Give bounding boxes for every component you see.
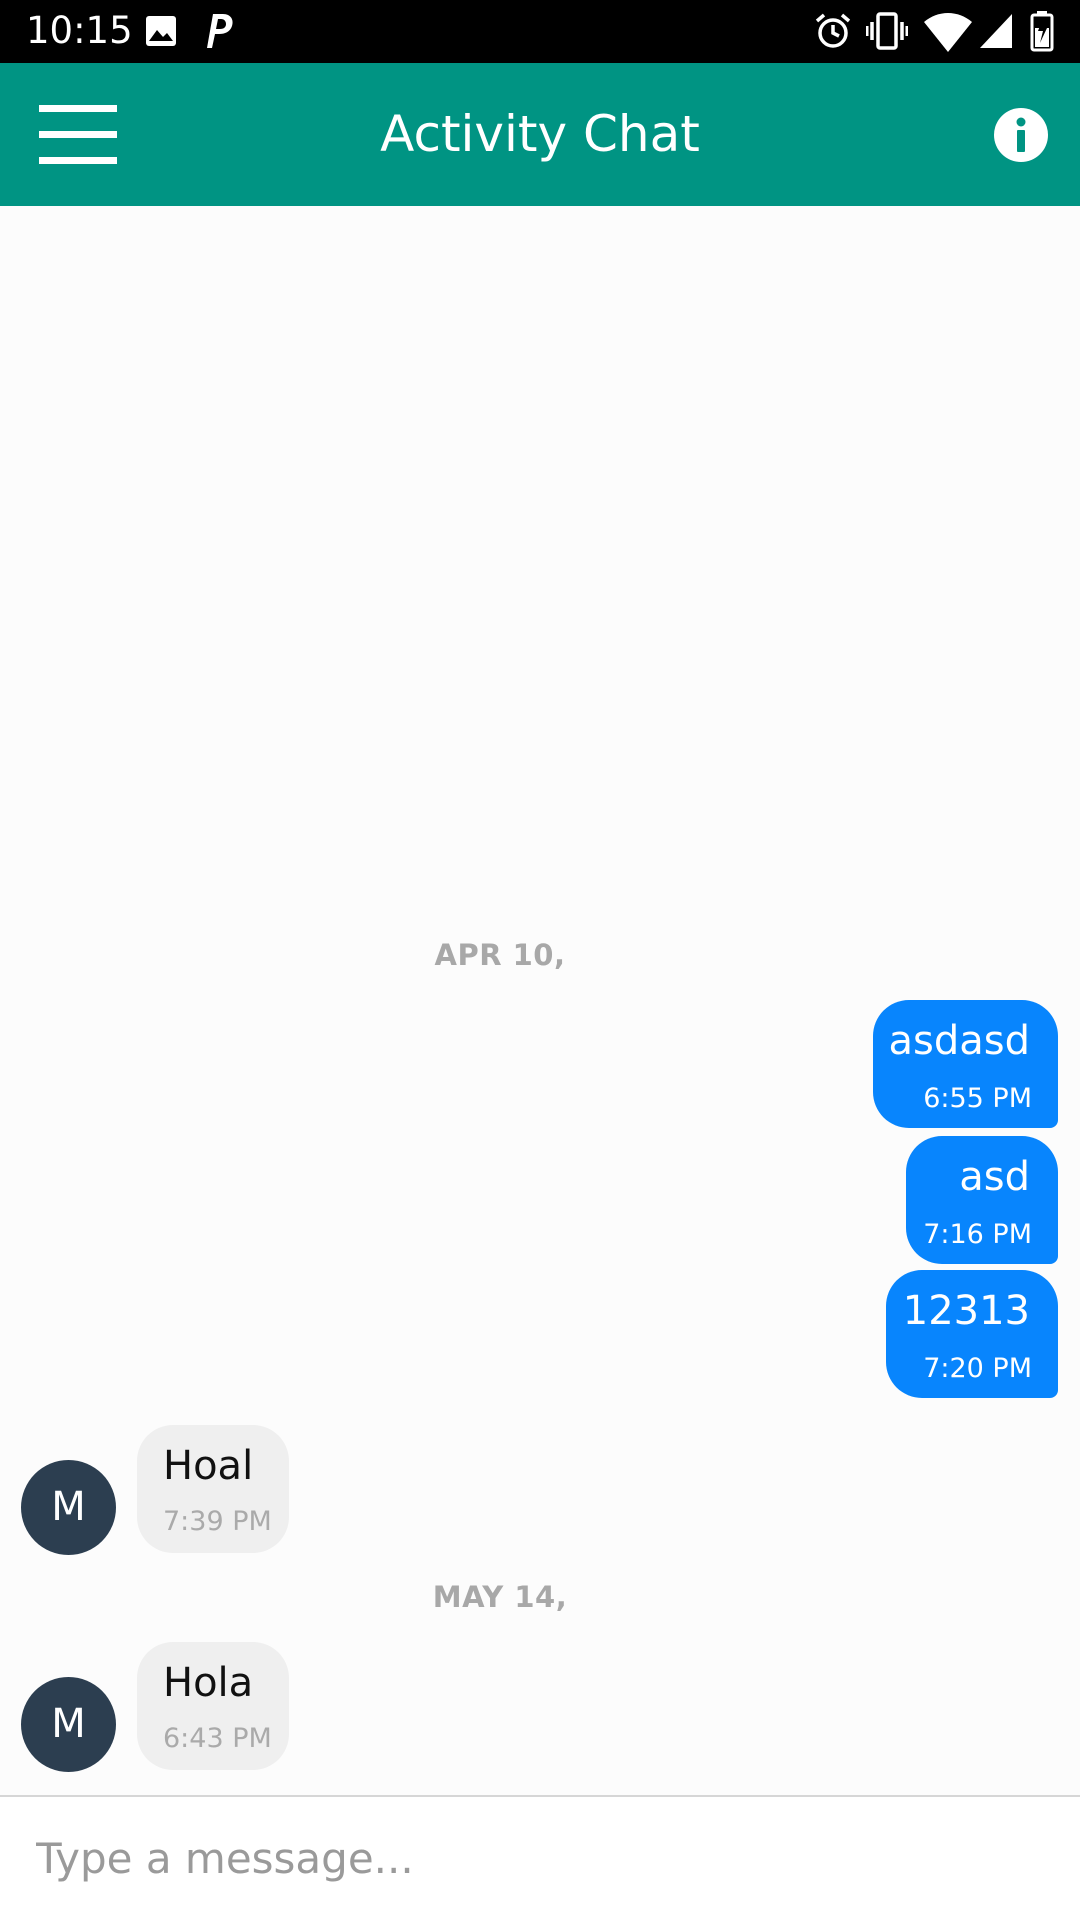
avatar[interactable]: M <box>21 1460 116 1555</box>
message-time: 7:39 PM <box>163 1506 272 1537</box>
date-separator: APR 10, <box>434 938 566 972</box>
message-text: asd <box>959 1154 1030 1200</box>
info-button[interactable] <box>993 107 1049 163</box>
message-text: 12313 <box>902 1288 1030 1334</box>
message-input[interactable] <box>20 1815 1050 1901</box>
parking-icon <box>207 14 233 48</box>
outgoing-message[interactable]: asdasd 6:55 PM <box>873 1000 1058 1128</box>
battery-icon <box>1030 11 1054 52</box>
signal-icon <box>980 14 1012 48</box>
message-text: asdasd <box>888 1018 1030 1064</box>
info-icon <box>994 108 1048 162</box>
message-list[interactable]: APR 10, asdasd 6:55 PM asd 7:16 PM 12313… <box>0 206 1080 1795</box>
alarm-icon <box>815 13 851 48</box>
status-time: 10:15 <box>26 9 133 52</box>
message-text: Hola <box>163 1660 254 1706</box>
message-time: 6:43 PM <box>163 1723 272 1754</box>
vibrate-icon <box>866 12 908 50</box>
page-title: Activity Chat <box>380 105 700 163</box>
message-time: 6:55 PM <box>923 1083 1032 1114</box>
status-bar: 10:15 <box>0 0 1080 63</box>
incoming-message[interactable]: Hoal 7:39 PM <box>137 1425 289 1553</box>
message-time: 7:16 PM <box>923 1219 1032 1250</box>
message-time: 7:20 PM <box>923 1353 1032 1384</box>
wifi-icon <box>924 13 972 52</box>
message-text: Hoal <box>163 1443 254 1489</box>
incoming-message[interactable]: Hola 6:43 PM <box>137 1642 289 1770</box>
chat-screen: 10:15 Activity Chat APR 10, asdasd 6:55 … <box>0 0 1080 1920</box>
outgoing-message[interactable]: 12313 7:20 PM <box>886 1270 1058 1398</box>
avatar[interactable]: M <box>21 1677 116 1772</box>
outgoing-message[interactable]: asd 7:16 PM <box>906 1136 1058 1264</box>
image-icon <box>146 16 176 46</box>
composer <box>0 1795 1080 1920</box>
date-separator: MAY 14, <box>432 1580 568 1614</box>
app-bar: Activity Chat <box>0 63 1080 206</box>
